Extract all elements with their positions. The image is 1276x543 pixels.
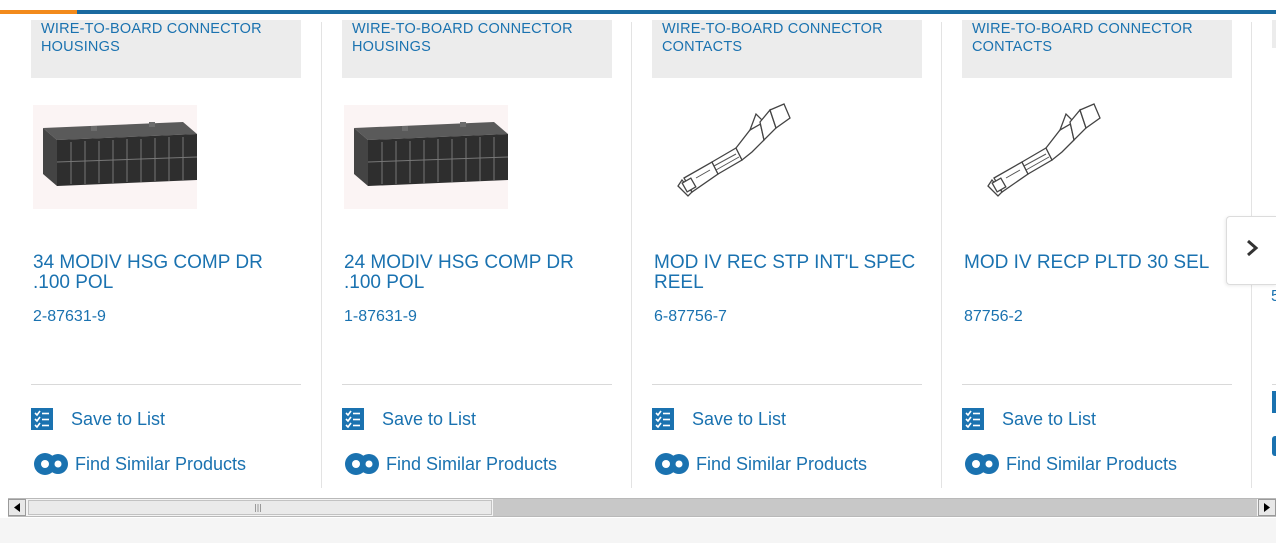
crimp-contact-image[interactable] — [962, 100, 1232, 215]
scroll-left-arrow-icon — [13, 499, 21, 517]
save-to-list-label: Save to List — [71, 408, 166, 429]
partial-checklist-icon[interactable] — [1272, 391, 1276, 413]
part-number[interactable]: 1-87631-9 — [344, 308, 417, 326]
product-title[interactable]: MOD IV REC STP INT'L SPEC REEL — [654, 253, 924, 293]
card-divider — [31, 384, 301, 385]
checklist-icon — [342, 408, 364, 430]
connector-housing-image[interactable] — [342, 100, 612, 215]
chevron-right-icon — [1244, 237, 1260, 264]
save-to-list-button[interactable]: Save to List — [342, 406, 476, 432]
scroll-right-button[interactable] — [1258, 499, 1276, 516]
find-similar-products-button[interactable]: Find Similar Products — [652, 451, 867, 477]
card-separator — [321, 22, 322, 488]
checklist-icon — [31, 408, 53, 430]
find-similar-products-button[interactable]: Find Similar Products — [342, 451, 557, 477]
product-category[interactable]: WIRE-TO-BOARD CONNECTOR CONTACTS — [652, 20, 922, 78]
part-number[interactable]: 87756-2 — [964, 308, 1023, 326]
find-similar-products-button[interactable]: Find Similar Products — [31, 451, 246, 477]
save-to-list-button[interactable]: Save to List — [31, 406, 165, 432]
product-category[interactable]: WIRE-TO-BOARD CONNECTOR CONTACTS — [962, 20, 1232, 78]
save-to-list-button[interactable]: Save to List — [652, 406, 786, 432]
save-to-list-label: Save to List — [382, 408, 477, 429]
find-similar-products-label: Find Similar Products — [696, 453, 868, 474]
find-similar-products-label: Find Similar Products — [386, 453, 558, 474]
product-card: WIRE-TO-BOARD CONNECTOR CONTACTS MOD IV … — [652, 12, 922, 488]
find-similar-products-button[interactable]: Find Similar Products — [962, 451, 1177, 477]
gears-icon — [652, 451, 690, 477]
part-number[interactable]: 2-87631-9 — [33, 308, 106, 326]
card-divider — [652, 384, 922, 385]
product-title[interactable]: 24 MODIV HSG COMP DR .100 POL — [344, 253, 614, 293]
partial-card-part-number[interactable]: 5 — [1271, 288, 1276, 306]
product-card: WIRE-TO-BOARD CONNECTOR HOUSINGS 24 MODI… — [342, 12, 612, 488]
gears-icon — [342, 451, 380, 477]
find-similar-products-label: Find Similar Products — [1006, 453, 1178, 474]
product-card: WIRE-TO-BOARD CONNECTOR HOUSINGS 34 MODI… — [31, 12, 301, 488]
product-category[interactable]: WIRE-TO-BOARD CONNECTOR HOUSINGS — [342, 20, 612, 78]
save-to-list-label: Save to List — [692, 408, 787, 429]
connector-housing-image[interactable] — [31, 100, 301, 215]
gears-icon — [962, 451, 1000, 477]
gears-icon — [31, 451, 69, 477]
carousel-next-button[interactable] — [1226, 216, 1276, 285]
product-title[interactable]: MOD IV RECP PLTD 30 SEL — [964, 253, 1234, 273]
scroll-left-button[interactable] — [8, 499, 26, 516]
part-number[interactable]: 6-87756-7 — [654, 308, 727, 326]
checklist-icon — [962, 408, 984, 430]
crimp-contact-image[interactable] — [652, 100, 922, 215]
card-separator — [631, 22, 632, 488]
product-category[interactable]: WIRE-TO-BOARD CONNECTOR HOUSINGS — [31, 20, 301, 78]
save-to-list-button[interactable]: Save to List — [962, 406, 1096, 432]
card-divider — [342, 384, 612, 385]
scrollbar-track[interactable] — [493, 499, 1257, 516]
scroll-right-arrow-icon — [1263, 499, 1271, 517]
scrollbar-thumb[interactable] — [28, 500, 492, 515]
partial-card-divider — [1272, 384, 1276, 385]
save-to-list-label: Save to List — [1002, 408, 1097, 429]
card-separator — [941, 22, 942, 488]
footer-area — [0, 518, 1276, 543]
find-similar-products-label: Find Similar Products — [75, 453, 247, 474]
partial-card-category[interactable] — [1272, 20, 1276, 48]
card-divider — [962, 384, 1232, 385]
product-card: WIRE-TO-BOARD CONNECTOR CONTACTS MOD IV … — [962, 12, 1232, 488]
product-title[interactable]: 34 MODIV HSG COMP DR .100 POL — [33, 253, 303, 293]
checklist-icon — [652, 408, 674, 430]
horizontal-scrollbar[interactable] — [8, 498, 1276, 517]
top-accent-bar — [0, 0, 1276, 14]
scrollbar-grip-icon — [255, 504, 261, 512]
partial-gears-icon[interactable] — [1272, 436, 1276, 456]
